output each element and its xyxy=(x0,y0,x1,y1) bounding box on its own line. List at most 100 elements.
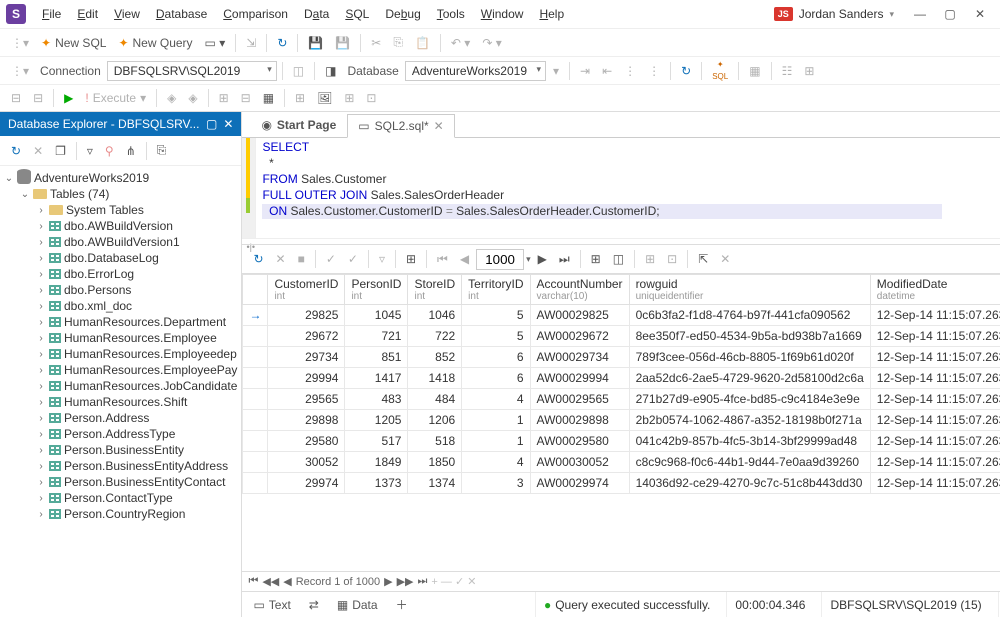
b8-icon[interactable]: ⊡ xyxy=(361,88,381,108)
tree-table-item[interactable]: ›Person.AddressType xyxy=(0,426,241,442)
page-first-icon[interactable]: ⏮ xyxy=(432,249,453,270)
menu-sql[interactable]: SQL xyxy=(339,5,375,23)
explorer-close-icon[interactable]: ✕ xyxy=(223,117,233,131)
tree-window-icon[interactable]: ❐ xyxy=(50,141,71,161)
refresh2-icon[interactable]: ↻ xyxy=(676,61,696,81)
diagram-icon[interactable]: ☷ xyxy=(777,61,798,81)
db-icon-1[interactable]: ◫ xyxy=(288,61,309,81)
tree-icon[interactable]: ⊞ xyxy=(799,61,819,81)
table-row[interactable]: 29994141714186AW000299942aa52dc6-2ae5-47… xyxy=(243,368,1000,389)
column-header[interactable]: StoreIDint xyxy=(408,275,462,305)
table-row[interactable]: 295805175181AW00029580041c42b9-857b-4fc5… xyxy=(243,431,1000,452)
delete-row-icon[interactable]: ✕ xyxy=(715,249,735,269)
maximize-button[interactable]: ▢ xyxy=(936,4,964,24)
table-row[interactable]: 297348518526AW00029734789f3cee-056d-46cb… xyxy=(243,347,1000,368)
tree-table-item[interactable]: ›dbo.AWBuildVersion1 xyxy=(0,234,241,250)
menu-file[interactable]: File xyxy=(36,5,67,23)
open-icon[interactable]: ▭ ▾ xyxy=(200,33,231,53)
comment-icon[interactable]: ⋮ xyxy=(619,61,641,81)
add-tab-button[interactable]: ＋ xyxy=(391,593,413,616)
menu-database[interactable]: Database xyxy=(150,5,213,23)
db-icon-2[interactable]: ◨ xyxy=(320,61,341,81)
run-button[interactable]: ▶ xyxy=(59,88,78,108)
view-grid-icon[interactable]: ⊞ xyxy=(586,249,606,269)
user-name[interactable]: Jordan Sanders xyxy=(799,7,884,21)
grid-refresh-icon[interactable]: ↻ xyxy=(248,249,268,269)
column-header[interactable]: PersonIDint xyxy=(345,275,408,305)
tree-table-item[interactable]: ›dbo.ErrorLog xyxy=(0,266,241,282)
b1-icon[interactable]: ◈ xyxy=(162,88,181,108)
outdent-icon[interactable]: ⇤ xyxy=(597,61,617,81)
save-icon[interactable]: 💾 xyxy=(303,33,328,53)
menu-view[interactable]: View xyxy=(108,5,146,23)
tab-start-page[interactable]: ◉Start Page xyxy=(250,113,347,137)
b3-icon[interactable]: ⊞ xyxy=(214,88,234,108)
tree-table-item[interactable]: ›Person.ContactType xyxy=(0,490,241,506)
tree-table-item[interactable]: ›dbo.AWBuildVersion xyxy=(0,218,241,234)
tree-table-item[interactable]: ›HumanResources.Employeedep xyxy=(0,346,241,362)
menu-window[interactable]: Window xyxy=(475,5,530,23)
tree-table-item[interactable]: ›Person.BusinessEntityAddress xyxy=(0,458,241,474)
page-size-input[interactable] xyxy=(476,249,524,270)
paste-icon[interactable]: 📋 xyxy=(410,33,435,53)
text-view-button[interactable]: ▭ Text xyxy=(248,595,295,615)
grid-layout-icon[interactable]: ⊞ xyxy=(401,249,421,269)
save-all-icon[interactable]: 💾 xyxy=(330,33,355,53)
grid-filter-icon[interactable]: ▿ xyxy=(374,249,390,269)
undo-icon[interactable]: ↶ ▾ xyxy=(446,33,475,53)
page-next-icon[interactable]: ▶ xyxy=(533,249,552,269)
tree-table-item[interactable]: ›Person.BusinessEntityContact xyxy=(0,474,241,490)
menu-edit[interactable]: Edit xyxy=(71,5,104,23)
b6-icon[interactable]: ⊞ xyxy=(290,88,310,108)
tree-table-item[interactable]: ›HumanResources.EmployeePay xyxy=(0,362,241,378)
tree-table-item[interactable]: ›dbo.xml_doc xyxy=(0,298,241,314)
view-card-icon[interactable]: ◫ xyxy=(608,249,629,269)
tree-table-item[interactable]: ›Person.Address xyxy=(0,410,241,426)
sql-format-button[interactable]: ✦SQL xyxy=(707,58,733,84)
tree-table-item[interactable]: ›HumanResources.Employee xyxy=(0,330,241,346)
new-sql-button[interactable]: ✦New SQL xyxy=(36,33,111,53)
tree-table-item[interactable]: ›dbo.Persons xyxy=(0,282,241,298)
pivot-icon[interactable]: ⊞ xyxy=(640,249,660,269)
code-editor[interactable]: SELECT * FROM Sales.Customer FULL OUTER … xyxy=(242,138,1000,238)
new-query-button[interactable]: ✦New Query xyxy=(113,33,197,53)
data-view-button[interactable]: ▦ Data xyxy=(332,595,383,615)
menu-data[interactable]: Data xyxy=(298,5,335,23)
chart-icon[interactable]: ⊡ xyxy=(662,249,682,269)
copy-icon[interactable]: ⎘ xyxy=(388,32,408,53)
column-header[interactable]: ModifiedDatedatetime xyxy=(870,275,1000,305)
tab-close-icon[interactable]: ✕ xyxy=(434,119,444,133)
tree-table-item[interactable]: ›dbo.DatabaseLog xyxy=(0,250,241,266)
tree-table-item[interactable]: ›Person.CountryRegion xyxy=(0,506,241,522)
b4-icon[interactable]: ⊟ xyxy=(236,88,256,108)
tree-plug-icon[interactable]: ⚲ xyxy=(100,141,119,161)
b7-icon[interactable]: ⊞ xyxy=(339,88,359,108)
data-grid[interactable]: CustomerIDintPersonIDintStoreIDintTerrit… xyxy=(242,274,1000,571)
db3-icon[interactable]: ⊟ xyxy=(28,88,48,108)
drop-icon[interactable]: ⋮▾ xyxy=(6,61,34,81)
menu-help[interactable]: Help xyxy=(533,5,570,23)
tree-db-root[interactable]: ⌄ AdventureWorks2019 xyxy=(0,170,241,186)
tree-tables-folder[interactable]: ⌄ Tables (74) xyxy=(0,186,241,202)
menu-debug[interactable]: Debug xyxy=(379,5,426,23)
tree-refresh-icon[interactable]: ↻ xyxy=(6,141,26,161)
indent-icon[interactable]: ⇥ xyxy=(575,61,595,81)
connection-dropdown[interactable]: DBFSQLSRV\SQL2019 xyxy=(107,61,277,81)
b2-icon[interactable]: ◈ xyxy=(183,88,202,108)
uncomment-icon[interactable]: ⋮ xyxy=(643,61,665,81)
expand-icon[interactable]: ⇲ xyxy=(241,33,261,53)
minimize-button[interactable]: — xyxy=(906,4,934,24)
table-row[interactable]: 295654834844AW00029565271b27d9-e905-4fce… xyxy=(243,389,1000,410)
page-prev-icon[interactable]: ◀ xyxy=(455,249,474,269)
b5-icon[interactable]: ▦ xyxy=(258,88,279,108)
tree-filter-icon[interactable]: ▿ xyxy=(82,141,98,161)
cut-icon[interactable]: ✂ xyxy=(366,33,386,53)
table-row[interactable]: 29974137313743AW0002997414036d92-ce29-42… xyxy=(243,473,1000,494)
tree-copy-icon[interactable]: ⎘ xyxy=(152,140,172,161)
grid-commit-icon[interactable]: ✓ xyxy=(321,249,341,269)
column-header[interactable]: AccountNumbervarchar(10) xyxy=(530,275,629,305)
toggle-icon[interactable]: ⇄ xyxy=(304,595,324,615)
tree-table-item[interactable]: ›HumanResources.JobCandidate xyxy=(0,378,241,394)
column-header[interactable]: TerritoryIDint xyxy=(462,275,530,305)
tree-fork-icon[interactable]: ⋔ xyxy=(121,141,141,161)
